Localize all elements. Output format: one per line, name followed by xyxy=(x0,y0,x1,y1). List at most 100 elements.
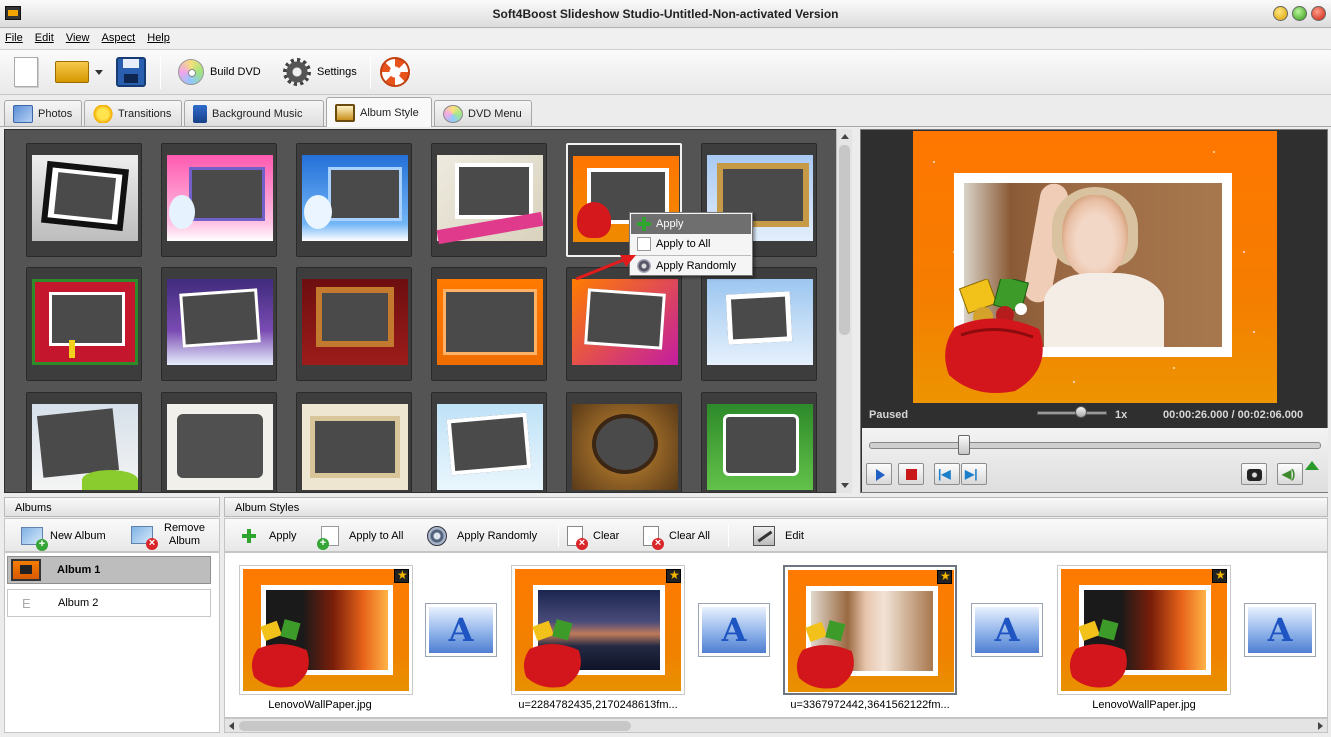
album-item-2[interactable]: E Album 2 xyxy=(7,589,211,617)
volume-button[interactable] xyxy=(1277,463,1303,485)
context-apply-all-label: Apply to All xyxy=(656,238,711,250)
minimize-button[interactable] xyxy=(1273,6,1288,21)
scrollbar-thumb[interactable] xyxy=(839,145,850,335)
apply-label: Apply xyxy=(269,530,297,542)
apply-button[interactable]: Apply xyxy=(239,526,297,546)
seek-bar[interactable] xyxy=(869,442,1321,449)
apply-to-all-button[interactable]: Apply to All xyxy=(317,526,403,550)
edit-label: Edit xyxy=(785,530,804,542)
album-style-tile[interactable] xyxy=(566,267,682,381)
star-icon xyxy=(93,104,113,123)
album-frame-icon xyxy=(335,103,355,122)
snapshot-camera-button[interactable] xyxy=(1241,463,1267,485)
chevron-down-icon[interactable] xyxy=(95,69,103,75)
new-project-button[interactable] xyxy=(14,55,38,89)
stop-button[interactable] xyxy=(898,463,924,485)
scroll-right-icon[interactable] xyxy=(1318,722,1323,730)
close-button[interactable] xyxy=(1311,6,1326,21)
next-button[interactable] xyxy=(961,463,987,485)
menu-view[interactable]: View xyxy=(61,29,94,44)
clear-button[interactable]: Clear xyxy=(567,526,619,550)
menu-file[interactable]: File xyxy=(0,29,27,44)
tab-label: Photos xyxy=(38,107,73,120)
transition-thumbnail[interactable] xyxy=(971,603,1043,657)
remove-album-button[interactable]: Remove Album xyxy=(131,522,205,550)
album-item-1[interactable]: Album 1 xyxy=(7,556,211,584)
speed-slider[interactable] xyxy=(1037,411,1107,415)
album-style-tile[interactable] xyxy=(296,392,412,492)
transition-thumbnail[interactable] xyxy=(1244,603,1316,657)
context-apply-label: Apply xyxy=(656,218,684,230)
album-thumbnail xyxy=(11,559,41,581)
slide-thumbnail[interactable] xyxy=(1057,565,1231,695)
annotation-arrow-icon xyxy=(575,255,636,281)
scroll-down-icon[interactable] xyxy=(841,483,849,488)
slide-thumbnail[interactable] xyxy=(511,565,685,695)
edit-button[interactable]: Edit xyxy=(753,526,804,546)
album-style-tile[interactable] xyxy=(161,267,277,381)
speed-slider-knob[interactable] xyxy=(1075,406,1087,418)
context-apply-randomly[interactable]: Apply Randomly xyxy=(631,256,751,276)
remove-album-label-line2: Album xyxy=(168,535,201,547)
slide-thumbnail-selected[interactable] xyxy=(783,565,957,695)
settings-button[interactable]: Settings xyxy=(283,55,357,89)
albums-list: Album 1 E Album 2 xyxy=(4,552,220,733)
clear-all-button[interactable]: Clear All xyxy=(643,526,710,550)
play-button[interactable] xyxy=(866,463,892,485)
seek-knob[interactable] xyxy=(957,435,970,455)
page-plus-icon xyxy=(317,526,339,550)
open-project-button[interactable] xyxy=(55,55,103,89)
album-style-gallery xyxy=(4,129,852,493)
gift-sack-icon xyxy=(796,620,854,689)
album-style-tile[interactable] xyxy=(701,392,817,492)
scroll-left-icon[interactable] xyxy=(229,722,234,730)
tab-album-style[interactable]: Album Style xyxy=(326,97,432,127)
help-button[interactable] xyxy=(380,55,410,89)
album-style-tile[interactable] xyxy=(296,267,412,381)
menu-edit[interactable]: Edit xyxy=(30,29,58,44)
volume-up-icon[interactable] xyxy=(1305,461,1319,470)
album-style-tile[interactable] xyxy=(161,143,277,257)
slide-filename: LenovoWallPaper.jpg xyxy=(1092,699,1196,711)
context-apply[interactable]: Apply xyxy=(631,214,751,234)
context-apply-to-all[interactable]: Apply to All xyxy=(631,234,751,254)
gear-icon xyxy=(283,58,311,86)
transition-thumbnail[interactable] xyxy=(425,603,497,657)
slide-thumbnail[interactable] xyxy=(239,565,413,695)
album-style-tile[interactable] xyxy=(26,267,142,381)
tab-label: DVD Menu xyxy=(468,107,522,120)
tab-photos[interactable]: Photos xyxy=(4,100,82,126)
tab-bar: Photos Transitions Background Music Albu… xyxy=(0,97,1331,127)
transition-thumbnail[interactable] xyxy=(698,603,770,657)
tab-dvd-menu[interactable]: DVD Menu xyxy=(434,100,532,126)
dvd-disc-icon xyxy=(443,104,463,123)
tab-transitions[interactable]: Transitions xyxy=(84,100,182,126)
style-preview xyxy=(302,404,408,490)
scroll-up-icon[interactable] xyxy=(841,134,849,139)
gift-sack-icon xyxy=(251,619,309,688)
album-style-tile[interactable] xyxy=(701,267,817,381)
album-style-tile[interactable] xyxy=(431,143,547,257)
album-style-tile[interactable] xyxy=(161,392,277,492)
scrollbar-thumb[interactable] xyxy=(239,721,631,731)
new-album-button[interactable]: New Album xyxy=(21,527,106,551)
album-style-tile[interactable] xyxy=(566,392,682,492)
gallery-scrollbar[interactable] xyxy=(836,129,852,493)
maximize-button[interactable] xyxy=(1292,6,1307,21)
apply-randomly-button[interactable]: Apply Randomly xyxy=(427,526,537,546)
previous-button[interactable] xyxy=(934,463,960,485)
album-style-tile[interactable] xyxy=(26,143,142,257)
window-title: Soft4Boost Slideshow Studio-Untitled-Non… xyxy=(492,7,839,21)
album-style-tile[interactable] xyxy=(26,392,142,492)
album-style-tile[interactable] xyxy=(296,143,412,257)
build-dvd-button[interactable]: Build DVD xyxy=(178,55,261,89)
save-project-button[interactable] xyxy=(116,55,146,89)
menu-aspect[interactable]: Aspect xyxy=(97,29,140,44)
lifebuoy-help-icon xyxy=(380,57,410,87)
slides-scrollbar[interactable] xyxy=(224,718,1328,733)
album-style-tile[interactable] xyxy=(431,267,547,381)
album-style-tile[interactable] xyxy=(431,392,547,492)
menu-help[interactable]: Help xyxy=(142,29,174,44)
tab-background-music[interactable]: Background Music xyxy=(184,100,324,126)
style-preview xyxy=(32,404,138,490)
